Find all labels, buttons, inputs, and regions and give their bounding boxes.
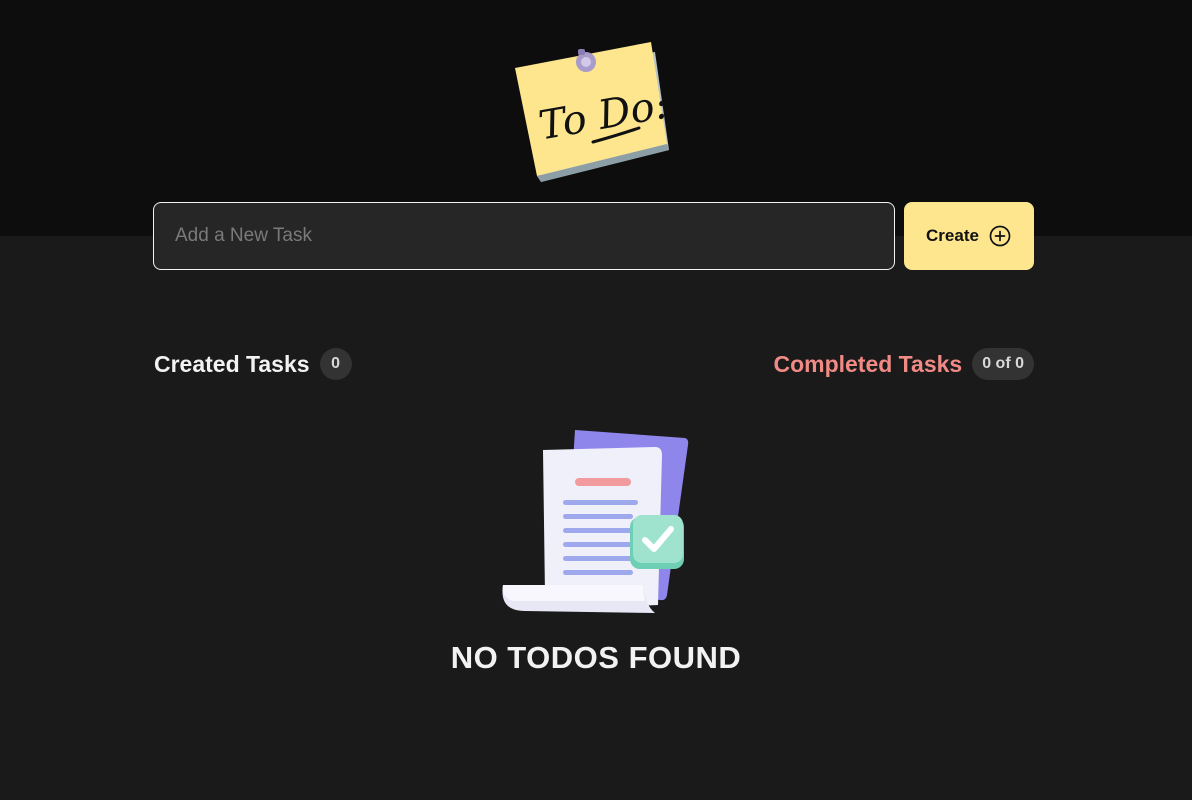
completed-tasks-label: Completed Tasks — [773, 350, 963, 377]
empty-state-illustration — [495, 425, 695, 620]
new-task-input[interactable] — [153, 202, 895, 270]
created-tasks-counter: Created Tasks 0 — [154, 346, 352, 382]
created-tasks-label: Created Tasks — [154, 350, 310, 377]
plus-circle-icon — [988, 224, 1012, 248]
task-counters: Created Tasks 0 Completed Tasks 0 of 0 — [154, 346, 1034, 382]
empty-state-message: NO TODOS FOUND — [450, 640, 742, 675]
sticky-note-pin-icon: To Do: — [515, 42, 671, 182]
document-checklist-icon — [502, 430, 689, 613]
logo: To Do: — [505, 40, 685, 190]
create-button[interactable]: Create — [904, 202, 1034, 270]
created-tasks-badge: 0 — [319, 348, 352, 380]
create-button-label: Create — [926, 226, 979, 245]
completed-tasks-counter: Completed Tasks 0 of 0 — [773, 346, 1034, 382]
completed-tasks-badge: 0 of 0 — [972, 348, 1034, 380]
new-task-form: Create — [153, 202, 1034, 270]
